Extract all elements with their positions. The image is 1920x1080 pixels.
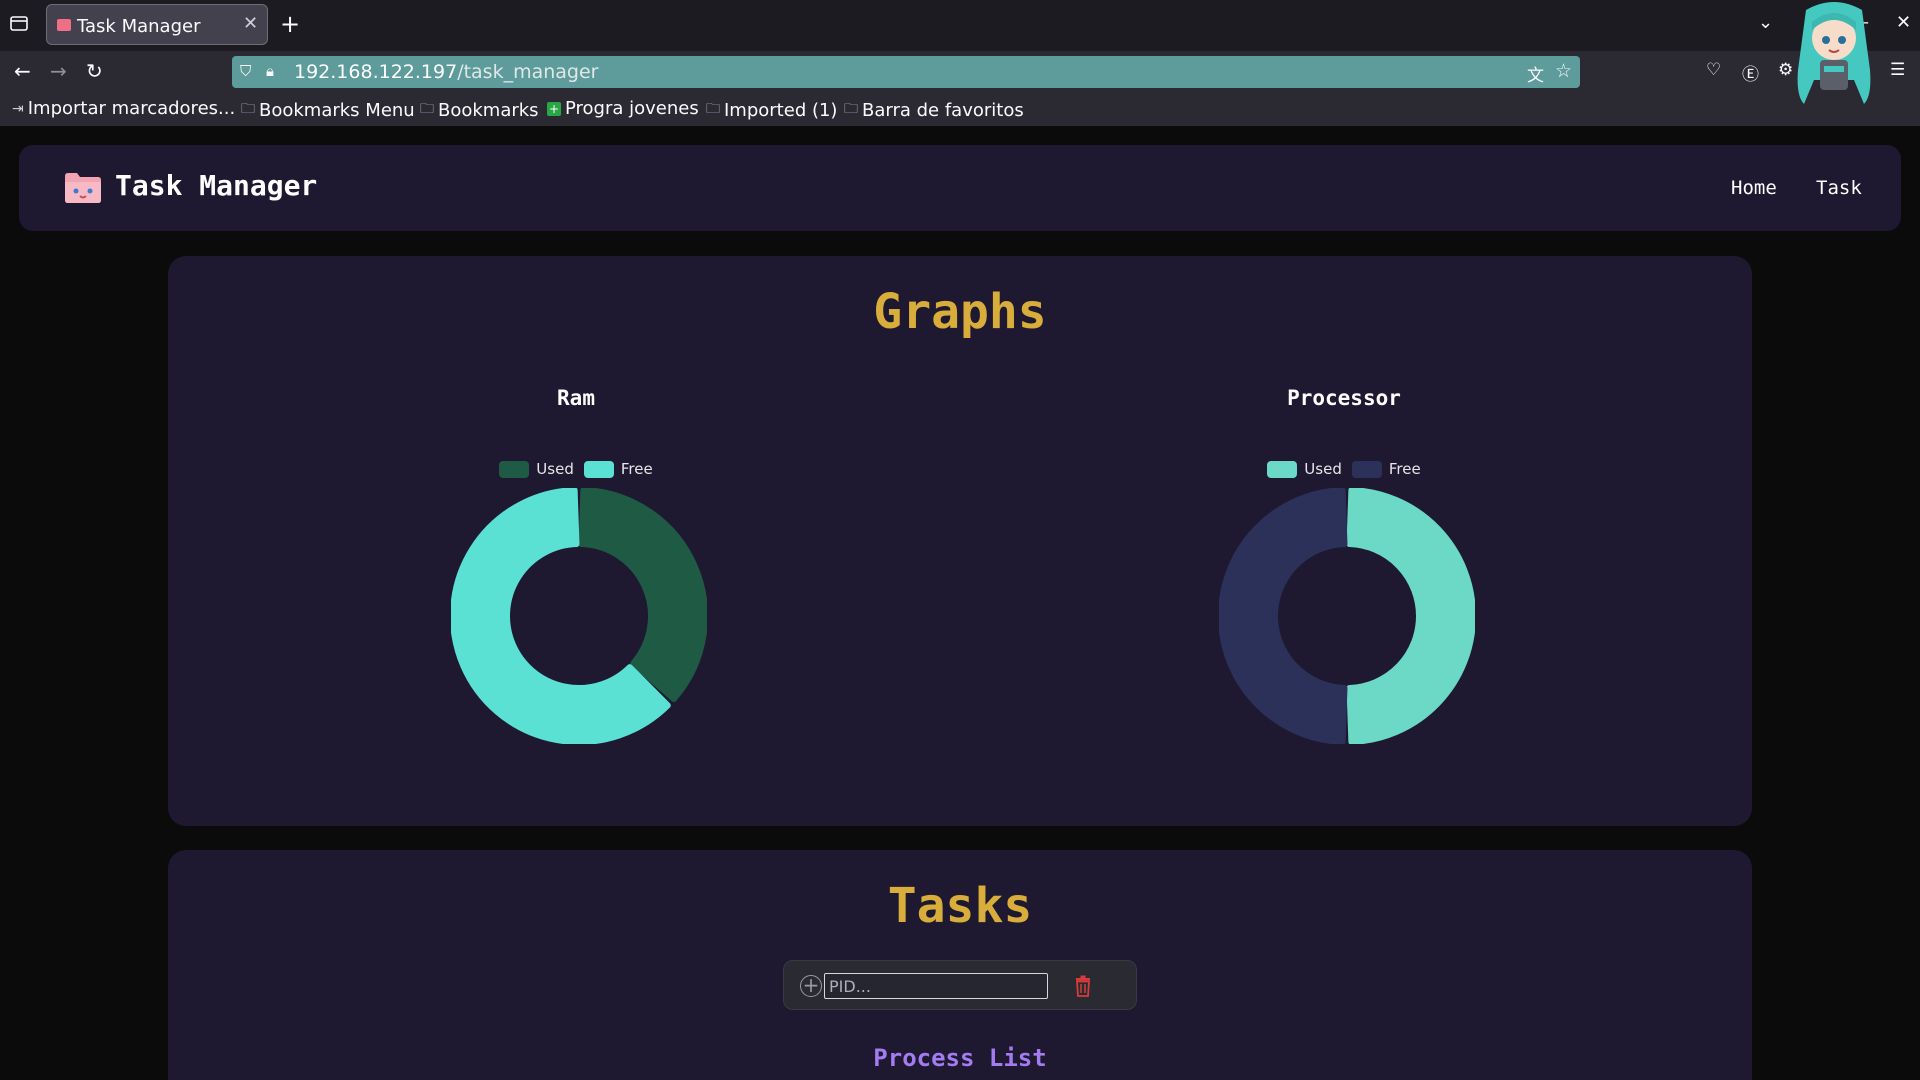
legend-item-used[interactable]: Used (1267, 460, 1342, 478)
ram-chart: Ram Used Free (426, 386, 726, 744)
tab-close-icon[interactable]: ✕ (243, 13, 258, 34)
page: Task Manager Home Task Graphs Ram Used F… (0, 126, 1920, 1080)
legend-item-free[interactable]: Free (583, 460, 653, 478)
back-icon[interactable]: ← (14, 59, 31, 83)
processor-chart: Processor Used Free (1194, 386, 1494, 744)
add-circle-icon[interactable]: + (800, 975, 822, 997)
chevron-down-icon[interactable]: ⌄ (1758, 12, 1773, 33)
processor-donut[interactable] (1219, 488, 1475, 744)
folder-icon: 🗀 (844, 101, 858, 117)
processor-legend: Used Free (1194, 460, 1494, 478)
legend-swatch (499, 460, 530, 478)
folder-icon: 🗀 (241, 101, 255, 117)
bookmark-bookmarks[interactable]: 🗀 Bookmarks (420, 98, 539, 122)
nav-task-link[interactable]: Task (1816, 177, 1862, 199)
tasks-title: Tasks (887, 878, 1033, 934)
donut-slice-used[interactable] (1346, 488, 1475, 744)
bookmark-barra-de-favoritos[interactable]: 🗀 Barra de favoritos (844, 98, 1024, 122)
tab-title: Task Manager (77, 16, 201, 37)
window-close-icon[interactable]: ✕ (1896, 12, 1911, 33)
legend-label: Used (1304, 460, 1342, 478)
bookmarks-bar: ⇥ Importar marcadores... 🗀 Bookmarks Menu … (0, 93, 1920, 126)
forward-icon[interactable]: → (50, 59, 67, 83)
legend-label: Free (620, 460, 653, 478)
folder-icon: 🗀 (420, 101, 434, 117)
legend-label: Free (1388, 460, 1421, 478)
legend-swatch (583, 460, 614, 478)
tab-list-icon[interactable] (8, 12, 32, 38)
folder-face-logo-icon (65, 173, 101, 203)
url-host: 192.168.122.197 (294, 61, 458, 83)
bookmark-imported[interactable]: 🗀 Imported (1) (706, 98, 837, 122)
tab-bar: Task Manager ✕ + ⌄ – ✕ (0, 0, 1920, 51)
new-tab-icon[interactable]: + (280, 10, 300, 38)
green-plus-icon: + (547, 101, 561, 116)
app-brand[interactable]: Task Manager (115, 169, 317, 202)
legend-label: Used (536, 460, 574, 478)
app-header: Task Manager Home Task (19, 145, 1901, 231)
browser-tab[interactable]: Task Manager ✕ (46, 4, 268, 45)
trash-icon[interactable] (1074, 975, 1092, 997)
reload-icon[interactable]: ↻ (86, 59, 103, 83)
browser-chrome: Task Manager ✕ + ⌄ – ✕ ← → ↻ ⛉ 🔒︎ 192.16… (0, 0, 1920, 126)
pocket-icon[interactable]: ♡ (1706, 60, 1721, 80)
legend-swatch (1351, 460, 1382, 478)
legend-item-used[interactable]: Used (499, 460, 574, 478)
bookmark-label: Barra de favoritos (862, 99, 1024, 121)
tab-favicon-icon (57, 19, 71, 31)
bookmark-label: Importar marcadores... (27, 98, 236, 119)
process-list-title: Process List (873, 1044, 1047, 1072)
navigation-toolbar: ← → ↻ ⛉ 🔒︎ 192.168.122.197/task_manager … (0, 51, 1920, 93)
bookmark-label: Imported (1) (724, 99, 838, 121)
processor-chart-title: Processor (1287, 386, 1401, 410)
graphs-card: Graphs Ram Used Free Processor Used Free (168, 256, 1752, 826)
graphs-title: Graphs (873, 284, 1047, 340)
lock-icon[interactable]: 🔒︎ (266, 62, 274, 80)
import-icon: ⇥ (12, 100, 24, 117)
legend-swatch (1267, 460, 1298, 478)
folder-icon: 🗀 (706, 101, 720, 117)
bookmark-import[interactable]: ⇥ Importar marcadores... (12, 98, 235, 119)
nav-home-link[interactable]: Home (1731, 177, 1777, 199)
menu-icon[interactable]: ☰ (1890, 60, 1905, 80)
mascot-avatar-icon (1797, 2, 1871, 104)
url-text[interactable]: 192.168.122.197/task_manager (294, 61, 598, 83)
address-bar[interactable]: ⛉ 🔒︎ 192.168.122.197/task_manager 文 ☆ (232, 56, 1580, 88)
bookmark-bookmarks-menu[interactable]: 🗀 Bookmarks Menu (241, 98, 415, 122)
translate-icon[interactable]: 文 (1527, 61, 1544, 86)
ram-donut[interactable] (451, 488, 707, 744)
bookmark-progra-jovenes[interactable]: + Progra jovenes (547, 98, 699, 119)
task-toolbar: + (783, 960, 1137, 1010)
shield-icon[interactable]: ⛉ (240, 62, 251, 80)
pid-input[interactable] (824, 973, 1048, 999)
bookmark-star-icon[interactable]: ☆ (1555, 60, 1572, 82)
donut-slice-used[interactable] (578, 488, 707, 702)
ram-chart-title: Ram (557, 386, 595, 410)
bookmark-label: Bookmarks (438, 99, 539, 121)
url-path: /task_manager (457, 61, 599, 83)
extension-e-icon[interactable]: Ⓔ (1742, 60, 1759, 85)
bookmark-label: Progra jovenes (565, 98, 699, 119)
bookmark-label: Bookmarks Menu (259, 99, 415, 121)
legend-item-free[interactable]: Free (1351, 460, 1421, 478)
donut-slice-free[interactable] (1219, 488, 1348, 744)
ram-legend: Used Free (426, 460, 726, 478)
tasks-card: Tasks + Process List (168, 850, 1752, 1080)
